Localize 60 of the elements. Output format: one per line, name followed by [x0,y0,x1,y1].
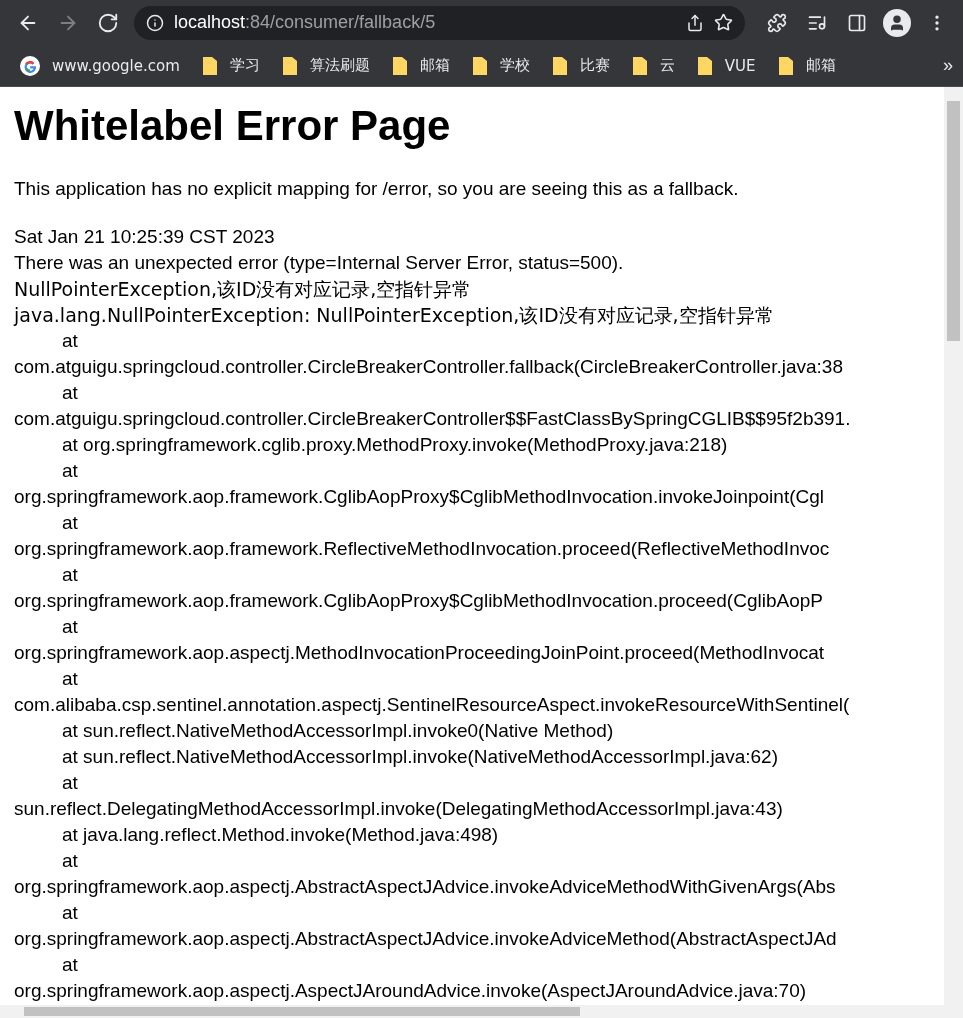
stack-trace-line: org.springframework.aop.framework.CglibAopProxy$CglibMethodInvocation.proceed(CglibAopP [14,589,823,613]
bookmark-item[interactable]: 邮箱 [777,55,836,76]
folder-icon [391,55,408,76]
bookmark-star-button[interactable] [714,13,733,32]
vertical-scrollbar[interactable] [944,87,963,1005]
stack-trace-line: com.atguigu.springcloud.controller.CircleBreakerController.fallback(CircleBreakerController.java:38 [14,355,843,379]
bookmark-item[interactable]: 学习 [201,55,260,76]
folder-icon [471,55,488,76]
page-title: Whitelabel Error Page [14,101,451,151]
stack-trace-line: org.springframework.aop.aspectj.AbstractAspectJAdvice.invokeAdviceMethodWithGivenArgs(Abs [14,875,836,899]
folder-icon [551,55,568,76]
stack-trace-line: at [61,615,78,639]
stack-trace-line: at org.springframework.cglib.proxy.MethodProxy.invoke(MethodProxy.java:218) [61,433,728,457]
stack-trace-line: java.lang.NullPointerException: NullPointerException,该ID没有对应记录,空指针异常 [14,303,774,328]
stack-trace-line: at sun.reflect.NativeMethodAccessorImpl.invoke(NativeMethodAccessorImpl.java:62) [61,745,778,769]
bookmark-item[interactable]: 学校 [471,55,530,76]
stack-trace-line: org.springframework.aop.aspectj.AbstractAspectJAdvice.invokeAdviceMethod(AbstractAspectJAd [14,927,837,951]
bookmark-item[interactable]: www.google.com [20,55,180,76]
stack-trace-line: NullPointerException,该ID没有对应记录,空指针异常 [14,277,472,302]
error-message: This application has no explicit mapping for /error, so you are seeing this as a fallback. [14,177,739,201]
folder-icon [631,55,648,76]
stack-trace-line: sun.reflect.DelegatingMethodAccessorImpl.invoke(DelegatingMethodAccessorImpl.java:43) [14,797,783,821]
bookmark-item[interactable]: VUE [696,55,756,76]
reload-icon [97,11,119,34]
bookmark-item[interactable]: 比赛 [551,55,610,76]
stack-trace-line: at [61,329,78,353]
folder-icon [201,55,218,76]
stack-trace-line: com.alibaba.csp.sentinel.annotation.aspectj.SentinelResourceAspect.invokeResourceWithSentinel( [14,693,850,717]
stack-trace-line: at [61,381,78,405]
info-icon[interactable] [146,13,164,32]
person-icon [888,13,906,32]
stack-trace-line: at [61,511,78,535]
stack-trace-line: at java.lang.reflect.Method.invoke(Method.java:498) [61,823,499,847]
bookmark-item[interactable]: 云 [631,55,675,76]
folder-icon [777,55,794,76]
url-text: localhost:84/consumer/fallback/5 [174,12,437,33]
bookmarks-overflow-button[interactable]: » [943,55,953,76]
stack-trace-line: at [61,667,78,691]
stack-trace-line: at [61,953,78,977]
bookmark-item[interactable]: 邮箱 [391,55,450,76]
stack-trace-line: at sun.reflect.NativeMethodAccessorImpl.invoke0(Native Method) [61,719,614,743]
folder-icon [696,55,713,76]
stack-trace-line: org.springframework.aop.framework.CglibAopProxy$CglibMethodInvocation.invokeJoinpoint(Cgl [14,485,824,509]
stack-trace-line: org.springframework.aop.aspectj.AspectJAroundAdvice.invoke(AspectJAroundAdvice.java:70) [14,979,807,1003]
stack-trace-line: org.springframework.aop.aspectj.MethodInvocationProceedingJoinPoint.proceed(MethodInvocat [14,641,825,665]
bookmark-item[interactable]: 算法刷题 [281,55,370,76]
stack-trace-line: at [61,459,78,483]
google-icon [20,55,40,76]
stack-trace-line: at [61,771,78,795]
stack-trace-line: Sat Jan 21 10:25:39 CST 2023 [14,225,275,249]
stack-trace-line: at [61,849,78,873]
horizontal-scrollbar[interactable] [0,1005,963,1018]
stack-trace-line: org.springframework.aop.framework.ReflectiveMethodInvocation.proceed(ReflectiveMethodInvoc [14,537,830,561]
folder-icon [281,55,298,76]
stack-trace-line: at [61,901,78,925]
stack-trace-line: There was an unexpected error (type=Internal Server Error, status=500). [14,251,624,275]
stack-trace-line: at [61,563,78,587]
share-icon[interactable] [686,13,704,32]
stack-trace-line: com.atguigu.springcloud.controller.CircleBreakerController$$FastClassBySpringCGLIB$$95f2b391. [14,407,851,431]
address-bar[interactable]: localhost:84/consumer/fallback/5 [134,5,745,40]
